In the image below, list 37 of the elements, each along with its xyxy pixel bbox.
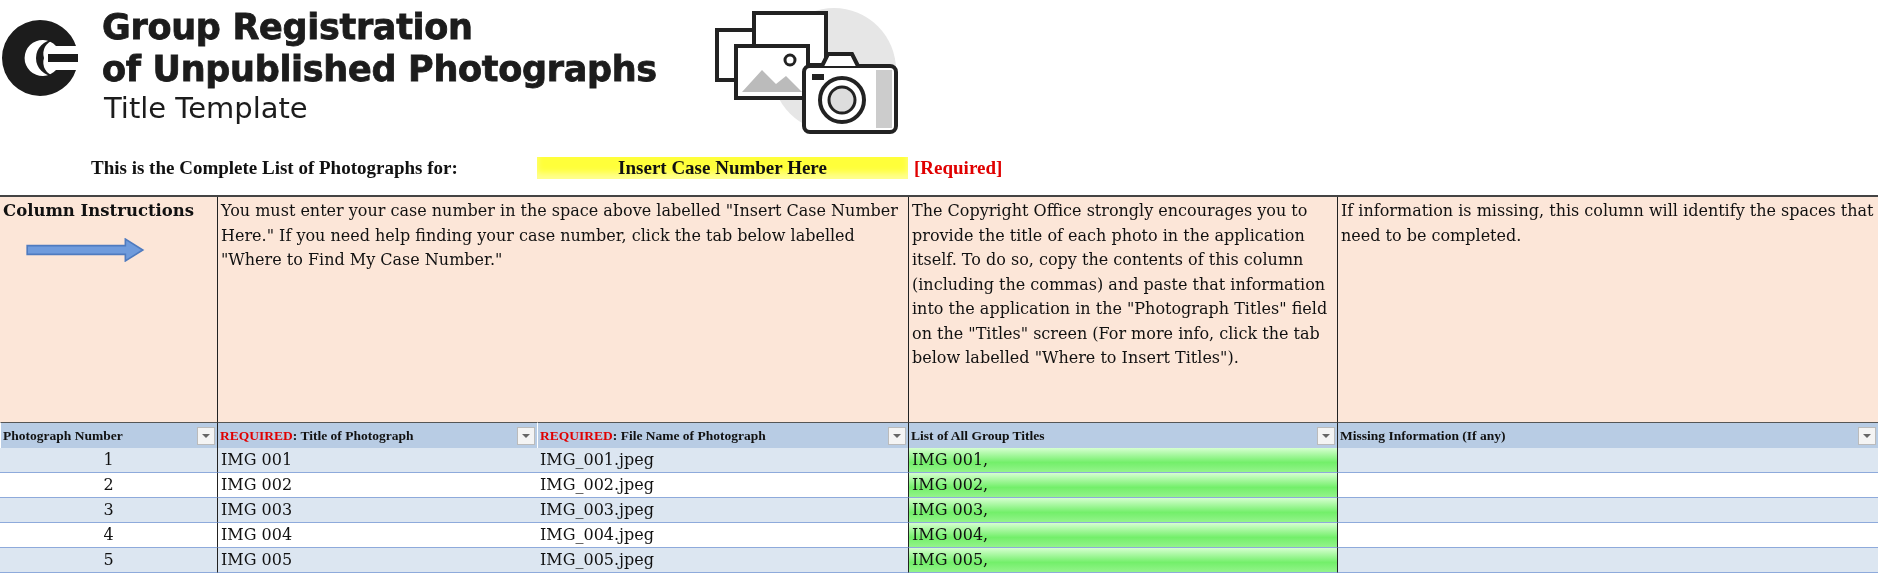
table-cell: IMG 002: [217, 473, 537, 498]
case-label: This is the Complete List of Photographs for:: [91, 156, 459, 179]
table-cell: IMG_001.jpeg: [537, 448, 908, 473]
table-cell: 5: [0, 548, 217, 573]
table-cell: 3: [0, 498, 217, 523]
table-cell: IMG_005.jpeg: [537, 548, 908, 573]
copyright-logo-icon: [0, 18, 80, 98]
table-cell: IMG 001: [217, 448, 537, 473]
filter-dropdown-icon[interactable]: [1858, 426, 1876, 445]
instructions-text: If information is missing, this column will identify the spaces that need to be completed.: [1337, 197, 1878, 422]
page-title: Group Registration: [102, 6, 474, 48]
case-number-field[interactable]: Insert Case Number Here: [537, 156, 908, 179]
column-header[interactable]: Missing Information (If any): [1337, 422, 1878, 448]
table-cell: IMG 005,: [908, 548, 1337, 573]
instructions-text: You must enter your case number in the space above labelled "Insert Case Number Here." If you need help finding your case number, click the tab below labelled "Where to Find My Case Number.": [217, 197, 908, 422]
column-header[interactable]: Photograph Number: [0, 422, 217, 448]
filter-dropdown-icon[interactable]: [517, 426, 535, 445]
table-cell: IMG 002,: [908, 473, 1337, 498]
column-header[interactable]: REQUIRED: Title of Photograph: [217, 422, 537, 448]
column-header[interactable]: List of All Group Titles: [908, 422, 1337, 448]
instructions-text: The Copyright Office strongly encourages you to provide the title of each photo in the application itself. To do so, copy the contents of this column (including the commas) and paste that information into the application in the "Photograph Titles" field on the "Titles" screen (For more info, click the tab below labelled "Where to Insert Titles").: [908, 197, 1337, 422]
filter-dropdown-icon[interactable]: [888, 426, 906, 445]
page-title: of Unpublished Photographs: [102, 48, 658, 90]
table-cell: IMG_003.jpeg: [537, 498, 908, 523]
table-cell: 1: [0, 448, 217, 473]
page-subtitle: Title Template: [103, 90, 309, 126]
table-cell: IMG 003,: [908, 498, 1337, 523]
table-cell: IMG 004,: [908, 523, 1337, 548]
table-cell: IMG 003: [217, 498, 537, 523]
table-cell: IMG 005: [217, 548, 537, 573]
instructions-label: Column Instructions: [3, 200, 195, 222]
column-header[interactable]: REQUIRED: File Name of Photograph: [537, 422, 908, 448]
table-cell: IMG 004: [217, 523, 537, 548]
table-cell: IMG 001,: [908, 448, 1337, 473]
filter-dropdown-icon[interactable]: [197, 426, 215, 445]
filter-dropdown-icon[interactable]: [1317, 426, 1335, 445]
required-note: [Required]: [914, 156, 1003, 179]
